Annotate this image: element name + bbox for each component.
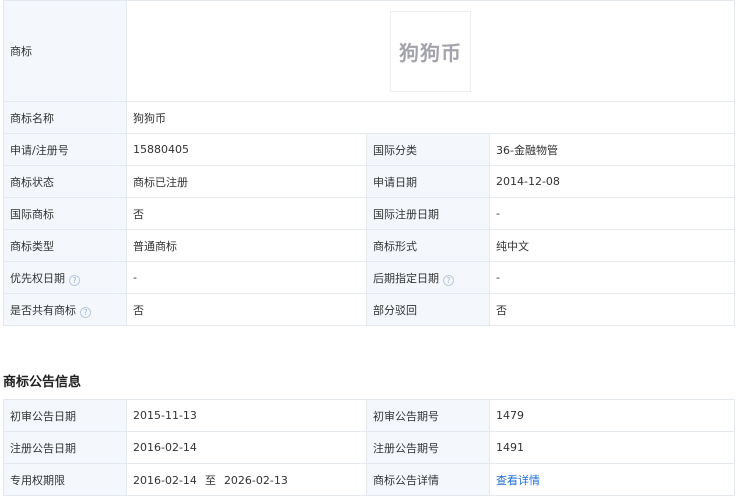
question-circle-icon[interactable]: ?: [443, 274, 454, 286]
joint-trademark-value: 否: [126, 293, 367, 326]
trademark-type-value: 普通商标: [126, 229, 367, 262]
application-number-value: 15880405: [126, 133, 367, 166]
table-row: 专用权期限 2016-02-14 至 2026-02-13 商标公告详情 查看详情: [3, 463, 735, 496]
field-label: 申请日期: [366, 165, 490, 198]
table-row: 商标 狗狗币: [3, 0, 736, 102]
international-trademark-value: 否: [126, 197, 367, 230]
announcement-section: 初审公告日期 2015-11-13 初审公告期号 1479 注册公告日期 201…: [3, 399, 735, 496]
announcement-detail-cell: 查看详情: [489, 463, 735, 496]
trademark-name-value: 狗狗币: [125, 101, 736, 134]
view-details-link[interactable]: 查看详情: [496, 474, 540, 487]
table-row: 优先权日期? - 后期指定日期? -: [3, 261, 736, 294]
validity-end: 2026-02-13: [223, 473, 288, 487]
announcement-table: 初审公告日期 2015-11-13 初审公告期号 1479 注册公告日期 201…: [3, 399, 735, 496]
later-designation-date-value: -: [488, 261, 736, 294]
trademark-status-value: 商标已注册: [126, 165, 367, 198]
trademark-logo-image[interactable]: 狗狗币: [390, 10, 471, 92]
table-row: 注册公告日期 2016-02-14 注册公告期号 1491: [3, 431, 735, 464]
field-label: 注册公告期号: [366, 431, 490, 464]
field-label: 专用权期限: [3, 463, 127, 496]
preliminary-announcement-issue-value: 1479: [489, 399, 735, 432]
registration-announcement-issue-value: 1491: [489, 431, 735, 464]
field-label: 初审公告期号: [366, 399, 490, 432]
field-label-text: 优先权日期: [10, 271, 65, 285]
field-label-text: 后期指定日期: [373, 271, 439, 285]
field-label: 国际注册日期: [366, 197, 490, 230]
priority-date-value: -: [126, 261, 367, 294]
preliminary-announcement-date-value: 2015-11-13: [126, 399, 367, 432]
field-label: 商标状态: [3, 165, 127, 198]
validity-start: 2016-02-14: [133, 473, 197, 487]
question-circle-icon[interactable]: ?: [69, 274, 80, 286]
trademark-logo-label: 商标: [3, 0, 127, 102]
validity-separator: 至: [204, 473, 216, 487]
trademark-logo-text: 狗狗币: [399, 40, 462, 65]
table-row: 商标名称 狗狗币: [3, 101, 736, 134]
table-row: 申请/注册号 15880405 国际分类 36-金融物管: [3, 133, 736, 166]
field-label: 国际分类: [366, 133, 490, 166]
table-row: 商标类型 普通商标 商标形式 纯中文: [3, 229, 736, 262]
field-label: 商标形式: [366, 229, 490, 262]
table-row: 商标状态 商标已注册 申请日期 2014-12-08: [3, 165, 736, 198]
field-label: 部分驳回: [366, 293, 490, 326]
partial-rejection-value: 否: [488, 293, 736, 326]
table-row: 国际商标 否 国际注册日期 -: [3, 197, 736, 230]
announcement-section-title: 商标公告信息: [3, 375, 82, 390]
field-label: 注册公告日期: [3, 431, 127, 464]
table-row: 是否共有商标? 否 部分驳回 否: [3, 293, 736, 326]
priority-date-label: 优先权日期?: [3, 261, 127, 294]
application-date-value: 2014-12-08: [488, 165, 736, 198]
field-label: 商标类型: [3, 229, 127, 262]
question-circle-icon[interactable]: ?: [80, 306, 91, 318]
field-label: 初审公告日期: [3, 399, 127, 432]
international-registration-date-value: -: [488, 197, 736, 230]
trademark-name-label: 商标名称: [3, 101, 127, 134]
field-label: 国际商标: [3, 197, 127, 230]
validity-period-value: 2016-02-14 至 2026-02-13: [126, 463, 367, 496]
joint-trademark-label: 是否共有商标?: [3, 293, 127, 326]
trademark-info-table: 商标 狗狗币 商标名称 狗狗币 申请/注册号 15880405 国际分类 36-…: [3, 0, 736, 326]
later-designation-date-label: 后期指定日期?: [366, 261, 490, 294]
trademark-info-section: 商标 狗狗币 商标名称 狗狗币 申请/注册号 15880405 国际分类 36-…: [3, 0, 736, 326]
trademark-logo-cell: 狗狗币: [125, 0, 736, 102]
field-label-text: 是否共有商标: [10, 303, 76, 317]
field-label: 申请/注册号: [3, 133, 127, 166]
international-class-value: 36-金融物管: [488, 133, 736, 166]
registration-announcement-date-value: 2016-02-14: [126, 431, 367, 464]
field-label: 商标公告详情: [366, 463, 490, 496]
trademark-form-value: 纯中文: [488, 229, 736, 262]
table-row: 初审公告日期 2015-11-13 初审公告期号 1479: [3, 399, 735, 432]
